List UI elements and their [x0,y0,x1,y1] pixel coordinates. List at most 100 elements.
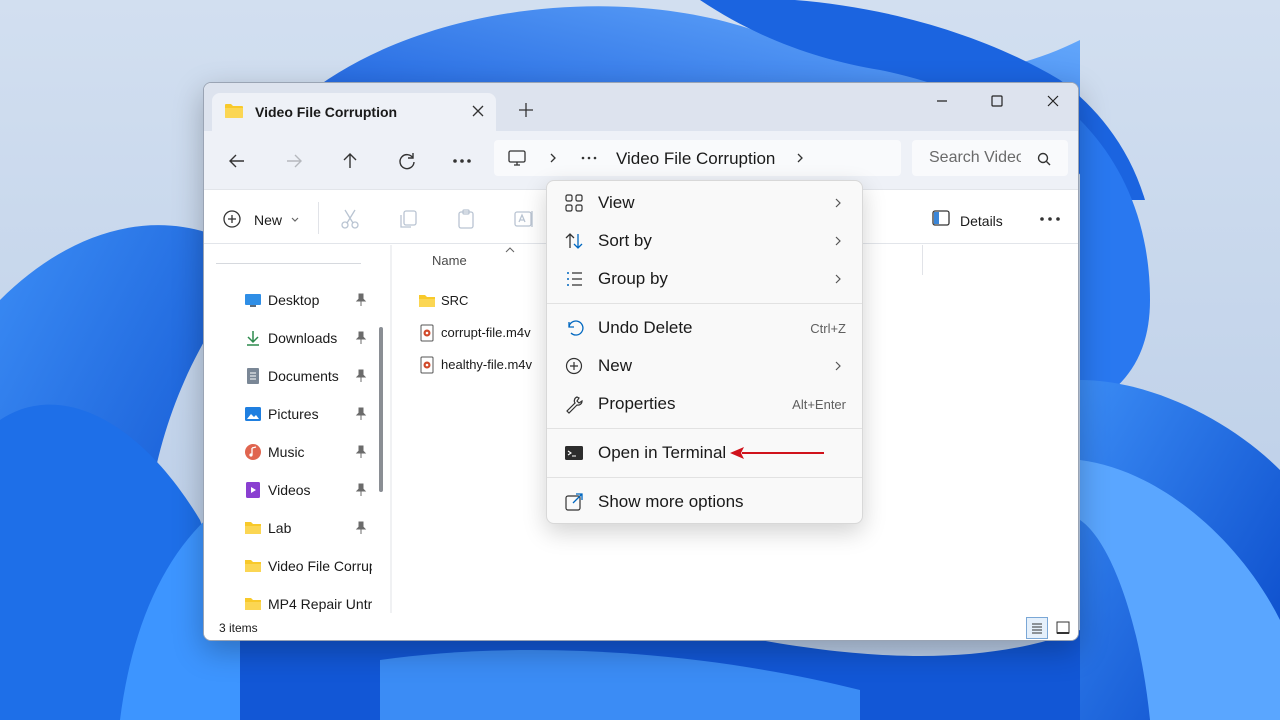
chevron-right-icon[interactable] [795,152,805,164]
chevron-right-icon [835,198,841,208]
file-row-src[interactable]: SRC [412,286,562,314]
title-bar: Video File Corruption [204,83,1078,131]
tab-video-file-corruption[interactable]: Video File Corruption [212,93,496,131]
sidebar-item-videos[interactable]: Videos [204,473,374,509]
pin-icon [355,369,367,382]
maximize-icon[interactable] [979,89,1015,113]
wrench-icon [566,396,583,414]
undo-icon [568,320,584,336]
file-name: corrupt-file.m4v [441,325,531,340]
sidebar-item-lab[interactable]: Lab [204,511,374,547]
sidebar-item-label: Video File Corruption [268,558,372,574]
sidebar-item-mp4-repair-untrunc[interactable]: MP4 Repair Untrunc [204,587,374,613]
new-tab-icon[interactable] [516,100,536,120]
video-file-icon [420,356,434,374]
forward-arrow-icon[interactable] [281,149,307,173]
documents-icon [247,368,259,384]
large-icons-view-icon[interactable] [1052,617,1074,639]
sidebar-item-music[interactable]: Music [204,435,374,471]
new-button[interactable]: New [220,202,308,234]
sidebar-item-video-file-corruption[interactable]: Video File Corruption [204,549,374,585]
column-header-name[interactable]: Name [432,253,467,268]
sidebar-item-documents[interactable]: Documents [204,359,374,395]
menu-item-label: Open in Terminal [598,443,727,462]
up-arrow-icon[interactable] [337,149,363,173]
folder-icon [225,104,243,118]
close-window-icon[interactable] [1035,89,1071,113]
pin-icon [355,483,367,496]
chevron-down-icon [291,217,299,222]
breadcrumb-current[interactable]: Video File Corruption [616,149,775,169]
menu-item-show-more-options[interactable]: Show more options [551,484,860,520]
sidebar-item-desktop[interactable]: Desktop [204,283,374,319]
item-count: 3 items [219,621,258,635]
menu-item-view[interactable]: View [551,185,860,221]
chevron-right-icon [835,274,841,284]
details-view-icon[interactable] [1026,617,1048,639]
menu-separator [547,428,862,429]
menu-item-label: Undo Delete [598,318,693,337]
view-grid-icon [565,194,583,212]
rename-icon[interactable] [512,207,536,231]
group-icon [567,272,582,286]
details-label: Details [960,213,1003,229]
folder-icon [245,598,261,610]
chevron-right-icon[interactable] [548,152,558,164]
pictures-icon [245,407,261,421]
shortcut-text: Alt+Enter [792,397,846,412]
menu-item-label: Sort by [598,231,652,250]
sort-ascending-icon [505,247,515,253]
menu-item-sort-by[interactable]: Sort by [551,223,860,259]
folder-icon [419,295,435,307]
annotation-arrow-icon [730,447,824,459]
new-button-label: New [254,212,283,228]
menu-item-undo-delete[interactable]: Undo Delete Ctrl+Z [551,310,860,346]
menu-separator [547,303,862,304]
search-input[interactable]: Search Video File Corruption [912,140,1068,176]
more-options-icon[interactable] [449,149,475,173]
address-bar[interactable]: Video File Corruption [494,140,901,176]
menu-item-group-by[interactable]: Group by [551,261,860,297]
refresh-icon[interactable] [394,149,420,173]
terminal-icon [565,446,583,460]
shortcut-text: Ctrl+Z [810,321,846,336]
chevron-right-icon [835,236,841,246]
column-divider[interactable] [922,245,923,275]
menu-item-new[interactable]: New [551,348,860,384]
menu-item-label: Properties [598,394,676,413]
sidebar-item-pictures[interactable]: Pictures [204,397,374,433]
close-tab-icon[interactable] [468,101,488,121]
toolbar-divider [318,202,319,234]
sidebar-item-label: MP4 Repair Untrunc [268,596,372,612]
see-more-icon[interactable] [1035,204,1065,234]
pin-icon [355,293,367,306]
menu-item-label: Show more options [598,492,744,511]
file-row-corrupt-file[interactable]: corrupt-file.m4v [412,318,562,346]
desktop-icon [245,294,261,307]
menu-item-label: New [598,356,633,375]
menu-item-label: Group by [598,269,668,288]
menu-item-label: View [598,193,635,212]
video-file-icon [420,324,434,342]
copy-icon[interactable] [396,207,420,231]
paste-icon[interactable] [454,207,478,231]
sidebar-divider [216,263,361,264]
back-arrow-icon[interactable] [224,149,250,173]
pin-icon [355,407,367,420]
details-pane-button[interactable]: Details [926,204,1016,234]
chevron-right-icon [835,361,841,371]
sidebar-item-downloads[interactable]: Downloads [204,321,374,357]
sidebar-scrollbar[interactable] [379,327,383,492]
file-row-healthy-file[interactable]: healthy-file.m4v [412,350,562,378]
menu-item-properties[interactable]: Properties Alt+Enter [551,386,860,422]
breadcrumb-overflow-icon[interactable] [580,152,598,164]
this-pc-icon[interactable] [507,149,527,167]
file-name: healthy-file.m4v [441,357,533,372]
navigation-pane: Desktop Downloads Documents Pictures Mus… [204,245,392,613]
cut-icon[interactable] [338,207,362,231]
minimize-icon[interactable] [924,89,960,113]
pin-icon [355,331,367,344]
pin-icon [355,521,367,534]
sort-icon [565,233,583,249]
context-menu: View Sort by Group by Undo Delete Ctrl+Z… [546,180,863,524]
